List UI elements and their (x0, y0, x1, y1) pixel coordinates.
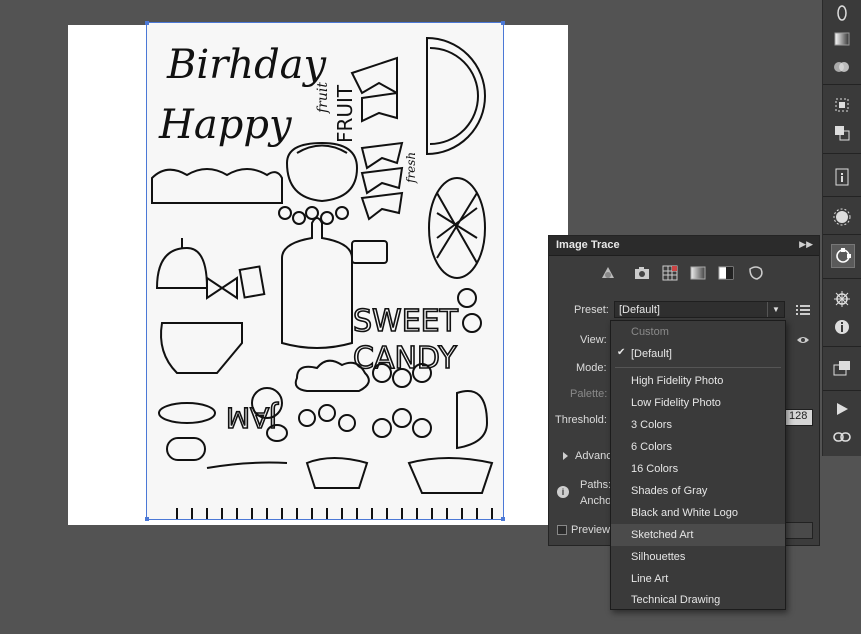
info-icon[interactable] (831, 166, 853, 188)
manage-presets-icon[interactable] (796, 304, 810, 316)
opacity-icon[interactable] (831, 2, 853, 24)
artwork-text-fruit-small: fruit (315, 82, 331, 114)
artwork-text-birthday: Birhday (166, 42, 328, 88)
placed-image-doodle-sketch[interactable]: Birhday Happy fruit FRUIT fresh SWEET CA… (147, 23, 504, 520)
artwork-text-jam: JAM (226, 401, 279, 434)
paths-label: Paths: (580, 479, 612, 491)
preset-dropdown[interactable]: [Default] ▼ (614, 301, 785, 318)
camera-icon[interactable] (633, 264, 651, 282)
actions-icon[interactable] (831, 398, 853, 420)
threshold-input[interactable]: 128 (785, 409, 813, 426)
preview-checkbox[interactable] (557, 525, 567, 535)
menu-item-16-colors[interactable]: 16 Colors (611, 458, 785, 480)
artwork-text-fresh: fresh (404, 152, 418, 184)
menu-item-default[interactable]: ✔ [Default] (611, 343, 785, 365)
panel-header[interactable]: Image Trace ▶▶ (549, 236, 819, 256)
chevron-down-icon[interactable]: ▼ (767, 302, 784, 317)
menu-item-custom: Custom (631, 326, 669, 338)
artwork-text-sweet: SWEET (353, 304, 459, 339)
artwork-text-candy: CANDY (353, 341, 457, 376)
appearance-icon[interactable] (831, 56, 853, 78)
menu-item-6-colors[interactable]: 6 Colors (611, 436, 785, 458)
symbols-icon[interactable] (831, 206, 853, 228)
doodle-artwork: Birhday Happy fruit FRUIT fresh SWEET CA… (151, 36, 494, 520)
eye-icon[interactable] (796, 335, 810, 345)
menu-item-sketched-art[interactable]: Sketched Art (611, 524, 785, 546)
menu-item-silhouettes[interactable]: Silhouettes (611, 546, 785, 568)
mode-label: Mode: (576, 362, 607, 374)
grid-icon[interactable] (661, 264, 679, 282)
grayscale-icon[interactable] (689, 264, 707, 282)
menu-item-line-art[interactable]: Line Art (611, 568, 785, 590)
pathfinder-icon[interactable] (831, 122, 853, 144)
info-circle-icon: i (557, 486, 569, 498)
auto-color-icon[interactable] (599, 264, 617, 282)
menu-item-low-fidelity-photo[interactable]: Low Fidelity Photo (611, 392, 785, 414)
gradient-icon[interactable] (831, 28, 853, 50)
menu-item-black-and-white-logo[interactable]: Black and White Logo (611, 502, 785, 524)
preview-label: Preview (571, 524, 611, 536)
palette-label: Palette: (570, 388, 608, 400)
preset-value: [Default] (619, 304, 660, 316)
artboards-icon[interactable] (831, 357, 853, 379)
menu-item-technical-drawing[interactable]: Technical Drawing (611, 589, 785, 611)
disclosure-triangle-icon[interactable] (563, 452, 568, 460)
artwork-text-fruit-big: FRUIT (333, 84, 357, 143)
attributes-icon[interactable] (831, 316, 853, 338)
panel-title: Image Trace (556, 239, 620, 251)
trace-button[interactable] (785, 522, 813, 539)
navigator-icon[interactable] (831, 288, 853, 310)
artwork-text-happy: Happy (158, 102, 293, 148)
menu-item-shades-of-gray[interactable]: Shades of Gray (611, 480, 785, 502)
links-icon[interactable] (831, 426, 853, 448)
image-trace-icon[interactable] (831, 244, 855, 268)
preset-menu: Custom ✔ [Default] High Fidelity Photo L… (610, 320, 786, 610)
panel-dock (822, 0, 861, 456)
collapse-panel-icon[interactable]: ▶▶ (799, 239, 813, 250)
preset-label: Preset: (574, 304, 609, 316)
outline-icon[interactable] (747, 264, 765, 282)
black-white-icon[interactable] (717, 264, 735, 282)
menu-item-high-fidelity-photo[interactable]: High Fidelity Photo (611, 370, 785, 392)
align-icon[interactable] (831, 94, 853, 116)
menu-item-3-colors[interactable]: 3 Colors (611, 414, 785, 436)
threshold-label: Threshold: (555, 414, 607, 426)
checkmark-icon: ✔ (617, 347, 626, 358)
view-label: View: (580, 334, 607, 346)
